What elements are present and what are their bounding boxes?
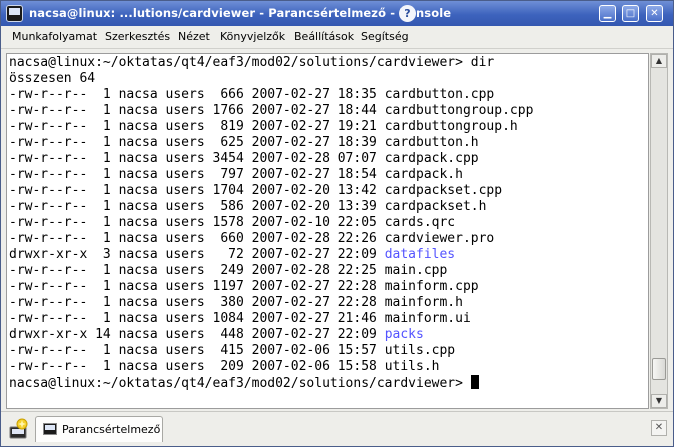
listing-row: -rw-r--r-- 1 nacsa users 209 2007-02-06 … [9, 359, 439, 375]
file-name: cardpack.cpp [384, 151, 479, 166]
listing-row: -rw-r--r-- 1 nacsa users 3454 2007-02-28… [9, 151, 479, 167]
file-name: cardviewer.pro [384, 231, 495, 246]
scrollbar-thumb[interactable] [652, 358, 666, 380]
line-text: drwxr-xr-x 3 nacsa users 72 2007-02-27 2… [9, 247, 385, 262]
listing-row: -rw-r--r-- 1 nacsa users 1704 2007-02-20… [9, 183, 502, 199]
terminal-output[interactable]: nacsa@linux:~/oktatas/qt4/eaf3/mod02/sol… [6, 53, 649, 409]
menu-segitseg[interactable]: Segítség [361, 30, 409, 43]
listing-row: -rw-r--r-- 1 nacsa users 380 2007-02-27 … [9, 295, 463, 311]
directory-name: packs [384, 327, 424, 342]
line-text: -rw-r--r-- 1 nacsa users 249 2007-02-28 … [9, 263, 385, 278]
menubar: Munkafolyamat Szerkesztés Nézet Könyvjel… [1, 26, 673, 49]
terminal-scrollbar[interactable]: ▲ ▼ [650, 53, 668, 409]
file-name: cards.qrc [384, 215, 456, 230]
line-text: -rw-r--r-- 1 nacsa users 1766 2007-02-27… [9, 103, 385, 118]
line-text: -rw-r--r-- 1 nacsa users 380 2007-02-27 … [9, 295, 385, 310]
line-text: -rw-r--r-- 1 nacsa users 1704 2007-02-20… [9, 183, 385, 198]
file-name: utils.cpp [384, 343, 456, 358]
listing-row: -rw-r--r-- 1 nacsa users 1084 2007-02-27… [9, 311, 471, 327]
titlebar[interactable]: nacsa@linux: ...lutions/cardviewer - Par… [1, 1, 673, 26]
maximize-button[interactable]: □ [622, 5, 639, 22]
line-text: -rw-r--r-- 1 nacsa users 1197 2007-02-27… [9, 279, 385, 294]
line-text: -rw-r--r-- 1 nacsa users 3454 2007-02-28… [9, 151, 385, 166]
listing-row: -rw-r--r-- 1 nacsa users 797 2007-02-27 … [9, 167, 463, 183]
file-name: cardbuttongroup.cpp [384, 103, 534, 118]
window-title: nacsa@linux: ...lutions/cardviewer - Par… [29, 6, 452, 20]
line-text: nacsa@linux:~/oktatas/qt4/eaf3/mod02/sol… [9, 55, 495, 70]
file-name: cardpackset.h [384, 199, 487, 214]
listing-row: drwxr-xr-x 3 nacsa users 72 2007-02-27 2… [9, 247, 455, 263]
listing-row: -rw-r--r-- 1 nacsa users 586 2007-02-20 … [9, 199, 486, 215]
listing-row: -rw-r--r-- 1 nacsa users 249 2007-02-28 … [9, 263, 447, 279]
listing-row: -rw-r--r-- 1 nacsa users 819 2007-02-27 … [9, 119, 518, 135]
line-text: nacsa@linux:~/oktatas/qt4/eaf3/mod02/sol… [9, 376, 471, 391]
file-name: main.cpp [384, 263, 448, 278]
listing-row: -rw-r--r-- 1 nacsa users 1197 2007-02-27… [9, 279, 479, 295]
konsole-window: nacsa@linux: ...lutions/cardviewer - Par… [0, 0, 674, 447]
line-text: -rw-r--r-- 1 nacsa users 666 2007-02-27 … [9, 87, 385, 102]
file-name: cardbuttongroup.h [384, 119, 518, 134]
line-text: -rw-r--r-- 1 nacsa users 819 2007-02-27 … [9, 119, 385, 134]
file-name: mainform.h [384, 295, 463, 310]
konsole-app-icon[interactable] [6, 5, 23, 22]
minimize-button[interactable]: ▁ [599, 5, 616, 22]
menu-munkafolyamat[interactable]: Munkafolyamat [12, 30, 97, 43]
menu-beallitasok[interactable]: Beállítások [294, 30, 354, 43]
listing-row: -rw-r--r-- 1 nacsa users 1578 2007-02-10… [9, 215, 455, 231]
line-text: -rw-r--r-- 1 nacsa users 625 2007-02-27 … [9, 135, 385, 150]
file-name: cardbutton.cpp [384, 87, 495, 102]
listing-row: -rw-r--r-- 1 nacsa users 666 2007-02-27 … [9, 87, 494, 103]
file-name: mainform.ui [384, 311, 471, 326]
file-name: cardpackset.cpp [384, 183, 503, 198]
line-text: -rw-r--r-- 1 nacsa users 797 2007-02-27 … [9, 167, 385, 182]
line-text: -rw-r--r-- 1 nacsa users 660 2007-02-28 … [9, 231, 385, 246]
listing-row: -rw-r--r-- 1 nacsa users 1766 2007-02-27… [9, 103, 533, 119]
tab-parancsertelmezo[interactable]: Parancsértelmező [35, 416, 163, 442]
terminal-icon [43, 423, 57, 435]
new-session-icon[interactable] [8, 418, 30, 440]
menu-szerkesztes[interactable]: Szerkesztés [105, 30, 170, 43]
listing-row: -rw-r--r-- 1 nacsa users 415 2007-02-06 … [9, 343, 455, 359]
menu-nezet[interactable]: Nézet [178, 30, 210, 43]
tab-label: Parancsértelmező [62, 423, 161, 436]
scroll-down-arrow-icon[interactable]: ▼ [651, 394, 667, 408]
file-name: cardbutton.h [384, 135, 479, 150]
terminal-line: nacsa@linux:~/oktatas/qt4/eaf3/mod02/sol… [9, 55, 494, 71]
line-text: -rw-r--r-- 1 nacsa users 1578 2007-02-10… [9, 215, 385, 230]
close-button[interactable]: ✕ [646, 5, 663, 22]
file-name: utils.h [384, 359, 440, 374]
line-text: -rw-r--r-- 1 nacsa users 586 2007-02-20 … [9, 199, 385, 214]
listing-row: -rw-r--r-- 1 nacsa users 660 2007-02-28 … [9, 231, 494, 247]
line-text: -rw-r--r-- 1 nacsa users 209 2007-02-06 … [9, 359, 385, 374]
text-cursor [470, 375, 479, 389]
scroll-up-arrow-icon[interactable]: ▲ [651, 54, 667, 68]
prompt-line: nacsa@linux:~/oktatas/qt4/eaf3/mod02/sol… [9, 375, 479, 391]
directory-name: datafiles [384, 247, 456, 262]
file-name: cardpack.h [384, 167, 463, 182]
line-text: összesen 64 [9, 71, 96, 86]
close-session-button[interactable]: ✕ [651, 420, 667, 436]
line-text: -rw-r--r-- 1 nacsa users 1084 2007-02-27… [9, 311, 385, 326]
help-button[interactable]: ? [399, 5, 416, 22]
line-text: drwxr-xr-x 14 nacsa users 448 2007-02-27… [9, 327, 385, 342]
listing-row: drwxr-xr-x 14 nacsa users 448 2007-02-27… [9, 327, 424, 343]
listing-row: -rw-r--r-- 1 nacsa users 625 2007-02-27 … [9, 135, 479, 151]
menu-konyvjelzok[interactable]: Könyvjelzők [220, 30, 285, 43]
terminal-line: összesen 64 [9, 71, 95, 87]
session-tabbar: Parancsértelmező ✕ [1, 411, 673, 446]
file-name: mainform.cpp [384, 279, 479, 294]
line-text: -rw-r--r-- 1 nacsa users 415 2007-02-06 … [9, 343, 385, 358]
